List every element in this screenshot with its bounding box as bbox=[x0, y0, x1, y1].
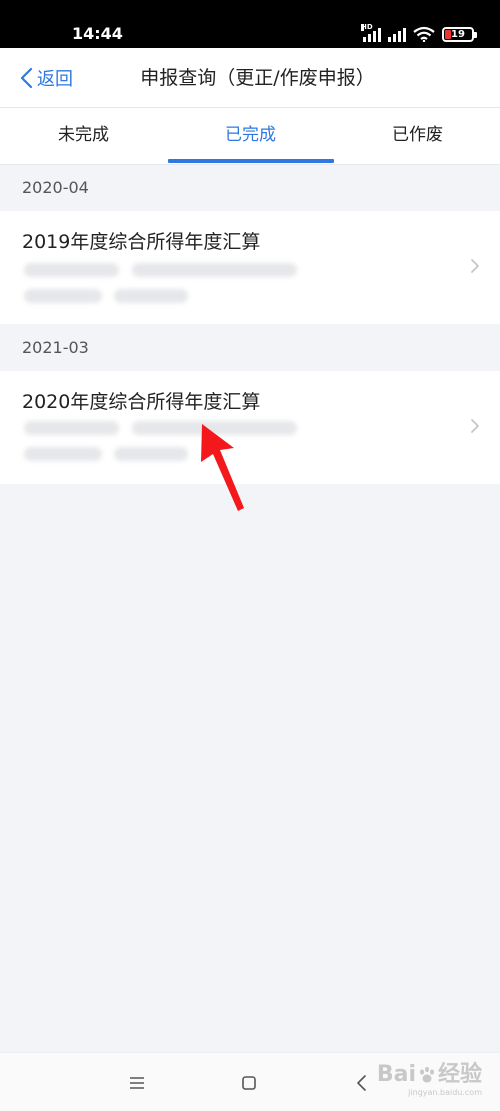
blurred-text bbox=[24, 421, 119, 435]
nav-bar: 返回 申报查询（更正/作废申报） bbox=[0, 48, 500, 108]
menu-icon[interactable] bbox=[125, 1071, 149, 1095]
watermark-url: jingyan.baidu.com bbox=[408, 1088, 482, 1097]
chevron-right-icon bbox=[471, 259, 479, 273]
blurred-text bbox=[114, 447, 188, 461]
watermark: Bai 经验 jingyan.baidu.com bbox=[377, 1062, 482, 1102]
item-title: 2019年度综合所得年度汇算 bbox=[22, 231, 261, 253]
watermark-text: Bai bbox=[376, 1062, 416, 1087]
wifi-icon bbox=[413, 26, 435, 42]
hd-label: HD bbox=[361, 23, 373, 31]
status-bar: 14:44 HD 19 bbox=[0, 0, 500, 48]
blurred-text bbox=[24, 447, 102, 461]
page-title: 申报查询（更正/作废申报） bbox=[140, 67, 375, 89]
blurred-text bbox=[132, 263, 297, 277]
signal-2-icon bbox=[388, 28, 406, 42]
red-arrow-icon bbox=[201, 424, 244, 511]
tab-bar: 未完成 已完成 已作废 bbox=[0, 108, 500, 165]
tab-indicator bbox=[168, 159, 334, 163]
blurred-text bbox=[24, 289, 102, 303]
section-date-header: 2020-04 bbox=[22, 178, 89, 197]
signal-1-icon: HD bbox=[361, 24, 381, 42]
list-item[interactable]: 2019年度综合所得年度汇算 bbox=[0, 211, 500, 324]
section-date-header: 2021-03 bbox=[22, 338, 89, 357]
blurred-text bbox=[114, 289, 188, 303]
tab-completed[interactable]: 已完成 bbox=[167, 108, 334, 165]
tab-voided[interactable]: 已作废 bbox=[334, 108, 500, 165]
chevron-right-icon bbox=[471, 419, 479, 433]
blurred-text bbox=[24, 263, 119, 277]
tab-incomplete[interactable]: 未完成 bbox=[0, 108, 167, 165]
battery-level: 19 bbox=[451, 29, 465, 40]
battery-icon: 19 bbox=[442, 27, 477, 42]
home-icon[interactable] bbox=[237, 1071, 261, 1095]
status-time: 14:44 bbox=[72, 24, 123, 43]
status-icons: HD 19 bbox=[361, 24, 477, 42]
paw-icon bbox=[419, 1066, 434, 1083]
item-title: 2020年度综合所得年度汇算 bbox=[22, 391, 261, 413]
watermark-text: 经验 bbox=[437, 1062, 482, 1087]
back-icon[interactable] bbox=[350, 1071, 374, 1095]
